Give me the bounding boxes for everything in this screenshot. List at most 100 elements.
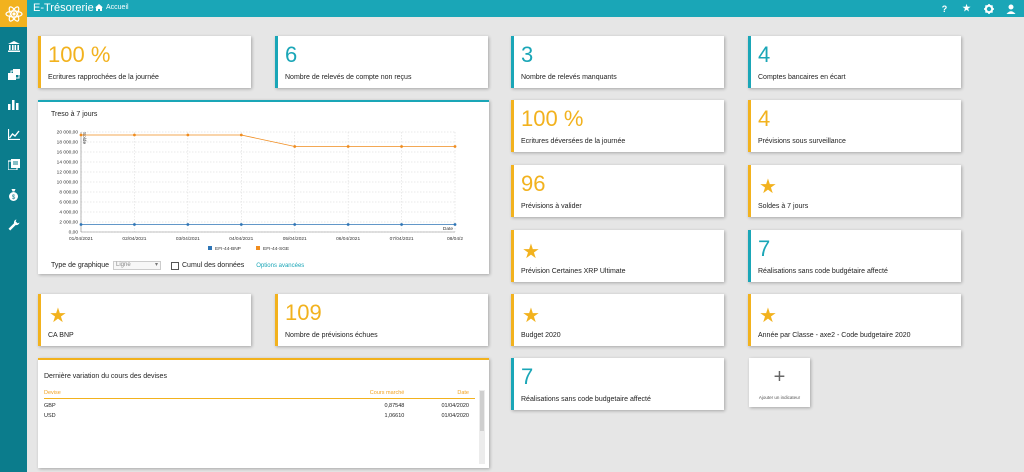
y-tick-label: 2 000,00: [59, 220, 78, 226]
kpi-card-comptes-en-ecart[interactable]: 4 Comptes bancaires en écart: [748, 36, 961, 88]
column-header-cours[interactable]: Cours marché: [337, 389, 411, 399]
kpi-label: Prévision Certaines XRP Ultimate: [521, 268, 626, 275]
add-indicator-label: Ajouter un indicateur: [758, 395, 801, 400]
legend-swatch: [208, 246, 212, 250]
data-point-EFI-44-BNP: [239, 223, 243, 226]
market-rate: 0,87548: [384, 403, 405, 409]
kpi-card-previsions-echues[interactable]: 109 Nombre de prévisions échues: [275, 294, 488, 346]
table-scrollbar[interactable]: [479, 390, 485, 464]
kpi-label: Nombre de prévisions échues: [285, 332, 378, 339]
currency-code: GBP: [44, 403, 56, 409]
data-point-EFI-44-SGE: [239, 133, 243, 137]
y-tick-label: 12 000,00: [57, 170, 79, 176]
y-tick-label: 20 000,00: [57, 130, 79, 136]
top-bar: E-Trésorerie Accueil ? ★: [0, 0, 1024, 17]
y-tick-label: 16 000,00: [57, 150, 79, 156]
kpi-card-annee-par-classe[interactable]: ★ Année par Classe - axe2 - Code budgeta…: [748, 294, 961, 346]
legend-label: EFI-44-SGE: [263, 246, 289, 252]
kpi-value: 100 %: [521, 106, 584, 131]
kpi-label: Réalisations sans code budgetaire affect…: [521, 396, 651, 403]
home-link-label: Accueil: [106, 4, 129, 11]
kpi-label: Prévisions à valider: [521, 203, 582, 210]
data-point-EFI-44-SGE: [186, 133, 190, 137]
series-line-EFI-44-SGE: [81, 134, 455, 147]
data-point-EFI-44-SGE: [346, 145, 350, 148]
chart-panel-title: Treso à 7 jours: [51, 111, 98, 118]
kpi-card-ca-bnp[interactable]: ★ CA BNP: [38, 294, 251, 346]
kpi-label: Nombre de relevés manquants: [521, 74, 617, 81]
settings-gear-icon[interactable]: [983, 3, 994, 14]
documents-icon[interactable]: [7, 68, 20, 81]
currency-code: USD: [44, 413, 56, 419]
kpi-label: Soldes à 7 jours: [758, 203, 809, 210]
rate-date: 01/04/2020: [441, 403, 469, 409]
star-icon: ★: [49, 305, 67, 327]
star-icon: ★: [522, 305, 540, 327]
money-bag-icon[interactable]: $: [7, 188, 20, 201]
kpi-card-prevision-xrp[interactable]: ★ Prévision Certaines XRP Ultimate: [511, 230, 724, 282]
data-point-EFI-44-SGE: [453, 145, 457, 148]
home-link[interactable]: Accueil: [95, 4, 129, 11]
kpi-value: 6: [285, 42, 298, 67]
kpi-label: Ecritures déversées de la journée: [521, 138, 626, 145]
reports-icon[interactable]: [7, 158, 20, 171]
help-icon[interactable]: ?: [939, 3, 950, 14]
user-icon[interactable]: [1005, 3, 1016, 14]
bar-chart-icon[interactable]: [7, 98, 20, 111]
y-tick-label: 14 000,00: [57, 160, 79, 166]
star-icon[interactable]: ★: [961, 3, 972, 14]
kpi-value: 3: [521, 42, 534, 67]
data-point-EFI-44-SGE: [133, 133, 136, 137]
x-tick-label: 05/04/2021: [283, 236, 307, 242]
kpi-card-previsions-surveillance[interactable]: 4 Prévisions sous surveillance: [748, 100, 961, 152]
kpi-value: 7: [521, 364, 534, 389]
kpi-card-releves-manquants[interactable]: 3 Nombre de relevés manquants: [511, 36, 724, 88]
kpi-card-realisations-sans-code-budgetaire[interactable]: 7 Réalisations sans code budgetaire affe…: [511, 358, 724, 410]
x-tick-label: 01/04/2021: [69, 236, 93, 242]
data-point-EFI-44-BNP: [133, 223, 136, 226]
legend-swatch: [256, 246, 260, 250]
kpi-label: Budget 2020: [521, 332, 561, 339]
kpi-value: 4: [758, 42, 771, 67]
kpi-card-releves-non-recus[interactable]: 6 Nombre de relevés de compte non reçus: [275, 36, 488, 88]
kpi-label: Ecritures rapprochées de la journée: [48, 74, 159, 81]
line-chart-icon[interactable]: [7, 128, 20, 141]
app-logo[interactable]: [0, 0, 27, 27]
data-point-EFI-44-BNP: [346, 223, 350, 226]
treasury-chart-panel: Treso à 7 jours 0,00 2 000,00 4 000,00 6 00…: [38, 100, 489, 274]
kpi-card-ecritures-deversees[interactable]: 100 % Ecritures déversées de la journée: [511, 100, 724, 152]
kpi-card-soldes-7-jours[interactable]: ★ Soldes à 7 jours: [748, 165, 961, 217]
cumul-label: Cumul des données: [182, 262, 245, 269]
cumul-checkbox[interactable]: [171, 261, 179, 270]
kpi-value: 7: [758, 236, 771, 261]
y-tick-label: 0,00: [69, 230, 79, 236]
currency-panel-title: Dernière variation du cours des devises: [44, 373, 167, 380]
advanced-options-link[interactable]: Options avancées: [256, 263, 304, 269]
data-point-EFI-44-BNP: [186, 223, 190, 226]
kpi-card-ecritures-rapprochees[interactable]: 100 % Ecritures rapprochées de la journé…: [38, 36, 251, 88]
star-icon: ★: [759, 176, 777, 198]
rate-date: 01/04/2020: [441, 413, 469, 419]
y-tick-label: 18 000,00: [57, 140, 79, 146]
kpi-value: 96: [521, 171, 546, 196]
column-header-date[interactable]: Date: [410, 389, 475, 399]
y-tick-label: 6 000,00: [59, 200, 78, 206]
add-indicator-button[interactable]: + Ajouter un indicateur: [749, 358, 810, 407]
bank-icon[interactable]: [7, 40, 20, 53]
kpi-card-budget-2020[interactable]: ★ Budget 2020: [511, 294, 724, 346]
kpi-card-previsions-a-valider[interactable]: 96 Prévisions à valider: [511, 165, 724, 217]
kpi-value: 100 %: [48, 42, 111, 67]
chart-type-select[interactable]: Ligne: [113, 261, 161, 270]
table-row[interactable]: GBP 0,87548 01/04/2020: [44, 399, 475, 409]
data-point-EFI-44-BNP: [400, 223, 403, 226]
column-header-devise[interactable]: Devise: [44, 389, 338, 399]
kpi-label: Année par Classe - axe2 - Code budgetair…: [758, 332, 911, 339]
star-icon: ★: [759, 305, 777, 327]
data-point-EFI-44-BNP: [453, 223, 457, 226]
star-icon: ★: [522, 241, 540, 263]
y-tick-label: 4 000,00: [59, 210, 78, 216]
kpi-card-realisations-sans-code[interactable]: 7 Réalisations sans code budgétaire affe…: [748, 230, 961, 282]
table-row[interactable]: USD 1,06610 01/04/2020: [44, 409, 475, 419]
wrench-icon[interactable]: [7, 218, 20, 231]
sidebar: $: [0, 17, 27, 472]
